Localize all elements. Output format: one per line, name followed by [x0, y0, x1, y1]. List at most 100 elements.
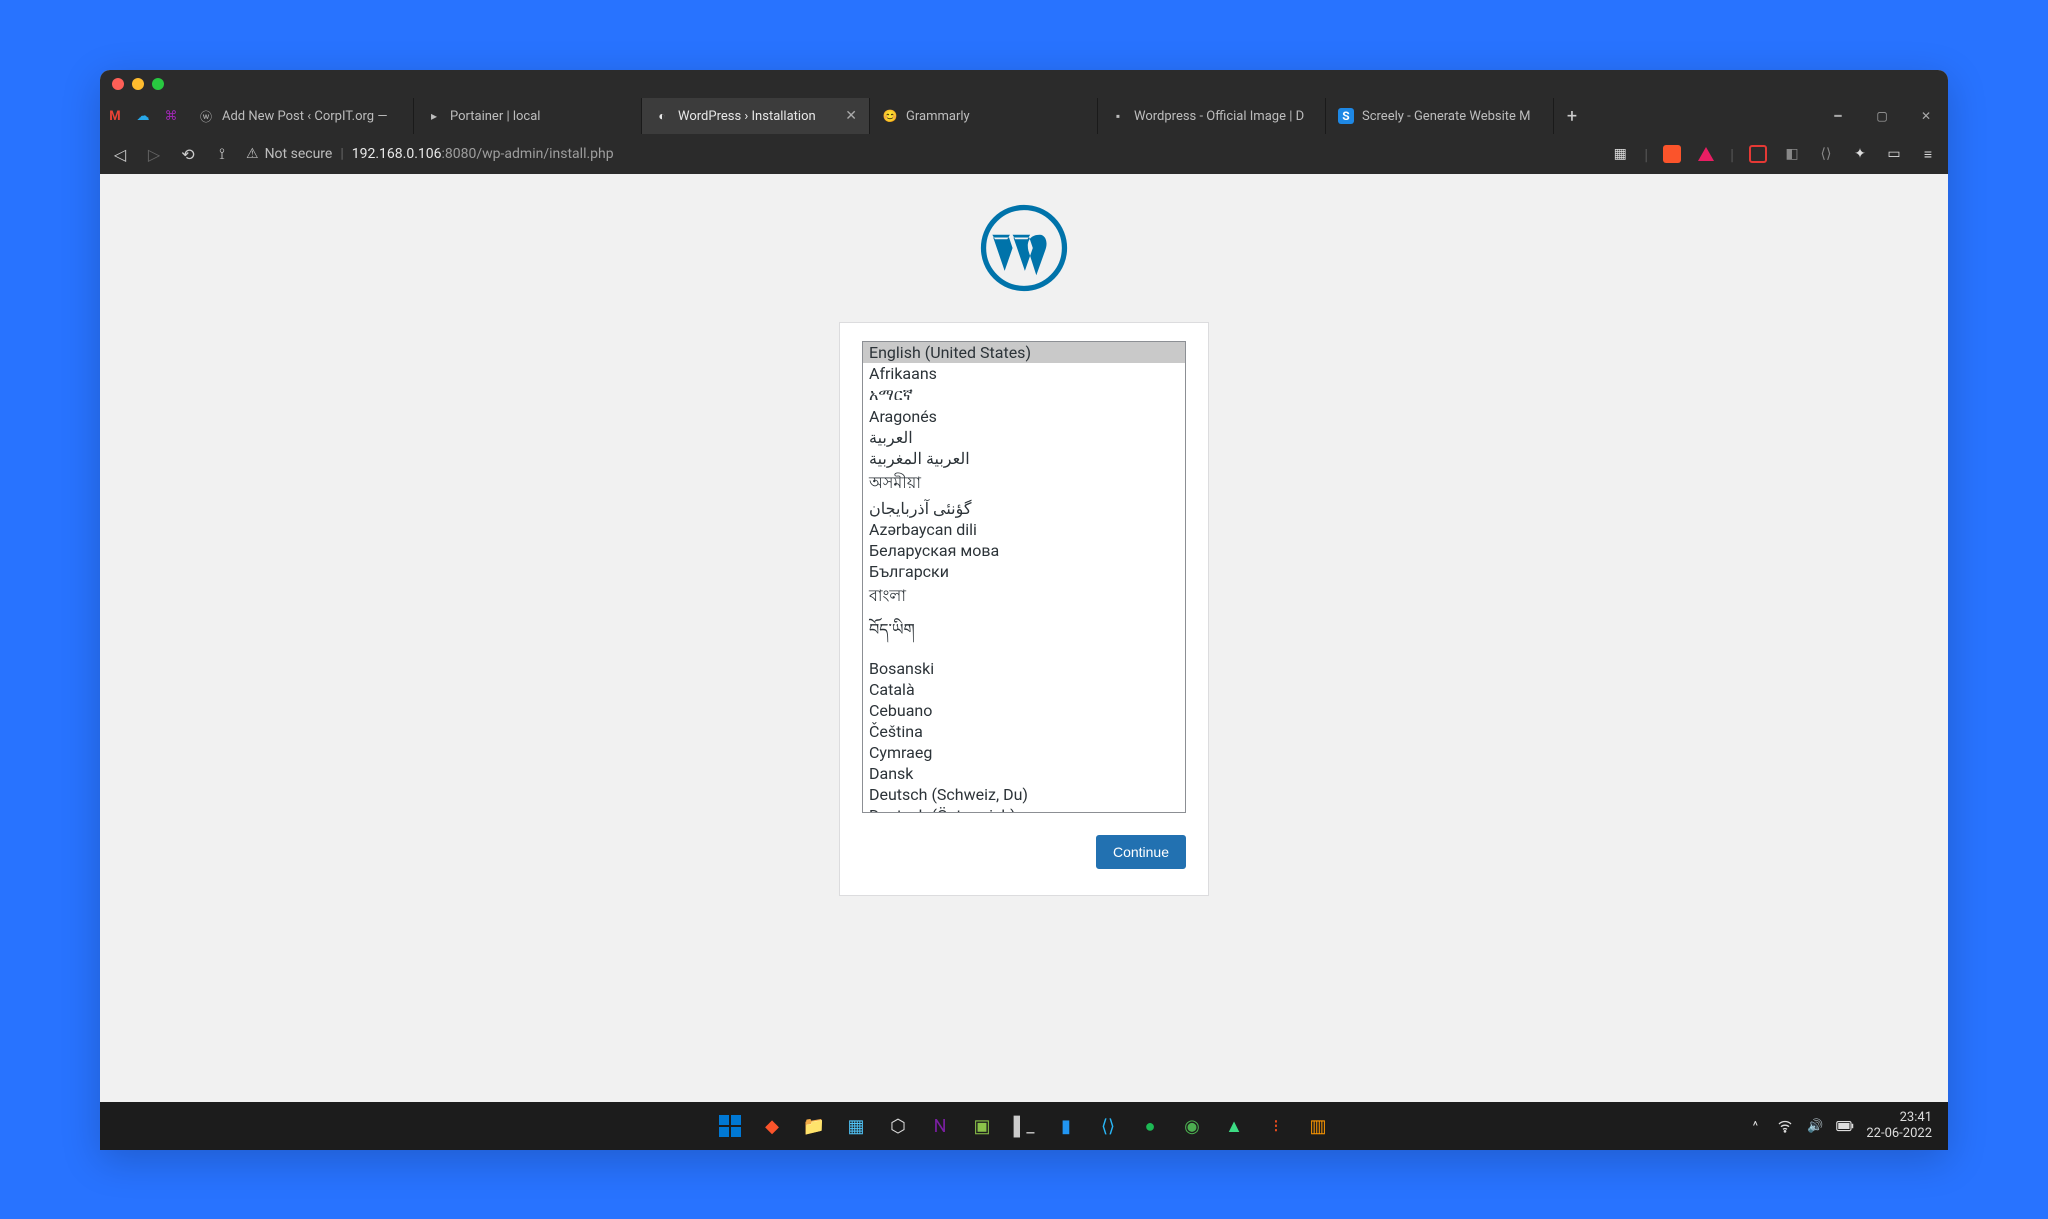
tab-favicon: S: [1338, 108, 1354, 124]
language-option[interactable]: Български: [863, 561, 1185, 582]
onenote-icon[interactable]: N: [924, 1110, 956, 1142]
tab-favicon: ◐: [654, 108, 670, 124]
language-option[interactable]: English (United States): [863, 342, 1185, 363]
menu-icon[interactable]: ≡: [1918, 144, 1938, 164]
window-close-button[interactable]: ✕: [1904, 98, 1948, 134]
forward-button[interactable]: ▷: [144, 144, 164, 164]
language-option[interactable]: བོད་ཡིག: [863, 611, 1185, 658]
browser-tab[interactable]: S Screely - Generate Website M: [1326, 98, 1554, 134]
close-tab-icon[interactable]: ✕: [845, 108, 857, 124]
url-host: 192.168.0.106: [352, 146, 442, 162]
clock-date: 22-06-2022: [1866, 1126, 1932, 1142]
language-option[interactable]: Azərbaycan dili: [863, 519, 1185, 540]
window-minimize-button[interactable]: ━: [1816, 98, 1860, 134]
language-option[interactable]: Беларуская мова: [863, 540, 1185, 561]
extensions-puzzle-icon[interactable]: ✦: [1850, 144, 1870, 164]
battery-icon[interactable]: [1836, 1117, 1854, 1135]
brave-shields-icon[interactable]: [1662, 144, 1682, 164]
language-option[interactable]: العربية: [863, 427, 1185, 448]
tab-favicon: 😊: [882, 108, 898, 124]
clock-time: 23:41: [1866, 1110, 1932, 1126]
browser-toolbar: ◁ ▷ ⟲ ⟟ ⚠ Not secure | 192.168.0.106:808…: [100, 134, 1948, 174]
language-option[interactable]: অসমীয়া: [863, 469, 1185, 498]
language-option[interactable]: Deutsch (Österreich): [863, 805, 1185, 813]
app-taskbar-icon-2[interactable]: ▣: [966, 1110, 998, 1142]
app-pinned-tab[interactable]: ⌘: [162, 107, 180, 125]
language-option[interactable]: Bosanski: [863, 658, 1185, 679]
app-taskbar-icon-3[interactable]: ▮: [1050, 1110, 1082, 1142]
tray-overflow-icon[interactable]: ^: [1746, 1117, 1764, 1135]
language-option[interactable]: Deutsch (Schweiz, Du): [863, 784, 1185, 805]
tab-label: Grammarly: [906, 109, 970, 124]
warning-icon: ⚠: [246, 146, 259, 162]
tab-bar: M ☁ ⌘ ⓦAdd New Post ‹ CorpIT.org — ▸ Porta…: [100, 98, 1948, 134]
browser-tab[interactable]: ▸ Portainer | local: [414, 98, 642, 134]
minimize-window-button[interactable]: [132, 78, 144, 90]
windows-taskbar: ◆ 📁 ▦ ⬡ N ▣ ▌_ ▮ ⟨⟩ ● ◉ ▲ ⁝ ▥ ^ 🔊 23:41 …: [100, 1102, 1948, 1150]
back-button[interactable]: ◁: [110, 144, 130, 164]
app-taskbar-icon-5[interactable]: ▥: [1302, 1110, 1334, 1142]
qr-icon[interactable]: ▦: [1610, 144, 1630, 164]
extension-red-box-icon[interactable]: [1748, 144, 1768, 164]
extension-square-icon[interactable]: ◧: [1782, 144, 1802, 164]
gmail-pinned-tab[interactable]: M: [106, 107, 124, 125]
browser-tab[interactable]: 😊 Grammarly: [870, 98, 1098, 134]
window-restore-button[interactable]: ▢: [1860, 98, 1904, 134]
browser-tab[interactable]: ⓦAdd New Post ‹ CorpIT.org —: [186, 98, 414, 134]
language-option[interactable]: Cymraeg: [863, 742, 1185, 763]
pinned-tabs: M ☁ ⌘: [100, 98, 186, 134]
wallet-icon[interactable]: ▭: [1884, 144, 1904, 164]
language-option[interactable]: Afrikaans: [863, 363, 1185, 384]
browser-tab[interactable]: ◐ WordPress › Installation ✕: [642, 98, 870, 134]
app-taskbar-icon-1[interactable]: ▦: [840, 1110, 872, 1142]
language-option[interactable]: বাংলা: [863, 582, 1185, 611]
clock[interactable]: 23:41 22-06-2022: [1866, 1110, 1932, 1143]
security-label: Not secure: [265, 146, 333, 162]
page-content: English (United States)AfrikaansአማርኛArag…: [100, 174, 1948, 1150]
android-studio-icon[interactable]: ▲: [1218, 1110, 1250, 1142]
wifi-icon[interactable]: [1776, 1117, 1794, 1135]
language-option[interactable]: Català: [863, 679, 1185, 700]
volume-icon[interactable]: 🔊: [1806, 1117, 1824, 1135]
continue-button[interactable]: Continue: [1096, 835, 1186, 869]
security-warning: ⚠ Not secure: [246, 146, 332, 162]
figma-icon[interactable]: ⁝: [1260, 1110, 1292, 1142]
tab-favicon: ▪: [1110, 108, 1126, 124]
tab-favicon: ▸: [426, 108, 442, 124]
bookmark-button[interactable]: ⟟: [212, 144, 232, 164]
terminal-icon[interactable]: ▌_: [1008, 1110, 1040, 1142]
language-option[interactable]: Dansk: [863, 763, 1185, 784]
app-taskbar-icon-4[interactable]: ◉: [1176, 1110, 1208, 1142]
language-option[interactable]: گؤنئی آذربایجان: [863, 498, 1185, 519]
virtualbox-icon[interactable]: ⬡: [882, 1110, 914, 1142]
language-option[interactable]: Cebuano: [863, 700, 1185, 721]
reload-button[interactable]: ⟲: [178, 144, 198, 164]
tab-label: Screely - Generate Website M: [1362, 109, 1531, 124]
new-tab-button[interactable]: +: [1554, 98, 1590, 134]
vscode-icon[interactable]: ⟨⟩: [1092, 1110, 1124, 1142]
macos-titlebar: [100, 70, 1948, 98]
brave-taskbar-icon[interactable]: ◆: [756, 1110, 788, 1142]
language-option[interactable]: አማርኛ: [863, 384, 1185, 406]
file-explorer-icon[interactable]: 📁: [798, 1110, 830, 1142]
browser-tab[interactable]: ▪Wordpress - Official Image | D: [1098, 98, 1326, 134]
install-language-panel: English (United States)AfrikaansአማርኛArag…: [839, 322, 1209, 896]
extension-triangle-icon[interactable]: [1696, 144, 1716, 164]
wordpress-logo: [980, 204, 1068, 292]
language-option[interactable]: Aragonés: [863, 406, 1185, 427]
close-window-button[interactable]: [112, 78, 124, 90]
address-bar[interactable]: ⚠ Not secure | 192.168.0.106:8080/wp-adm…: [246, 146, 1596, 162]
extension-code-icon[interactable]: ⟨⟩: [1816, 144, 1836, 164]
language-option[interactable]: Čeština: [863, 721, 1185, 742]
tab-label: WordPress › Installation: [678, 109, 816, 124]
system-tray: ^ 🔊 23:41 22-06-2022: [1746, 1110, 1948, 1143]
language-select[interactable]: English (United States)AfrikaansአማርኛArag…: [862, 341, 1186, 813]
tab-favicon: ⓦ: [198, 108, 214, 124]
onedrive-pinned-tab[interactable]: ☁: [134, 107, 152, 125]
url-path: :8080/wp-admin/install.php: [442, 146, 614, 162]
maximize-window-button[interactable]: [152, 78, 164, 90]
start-button[interactable]: [714, 1110, 746, 1142]
spotify-icon[interactable]: ●: [1134, 1110, 1166, 1142]
language-option[interactable]: العربية المغربية: [863, 448, 1185, 469]
tab-label: Portainer | local: [450, 109, 540, 124]
